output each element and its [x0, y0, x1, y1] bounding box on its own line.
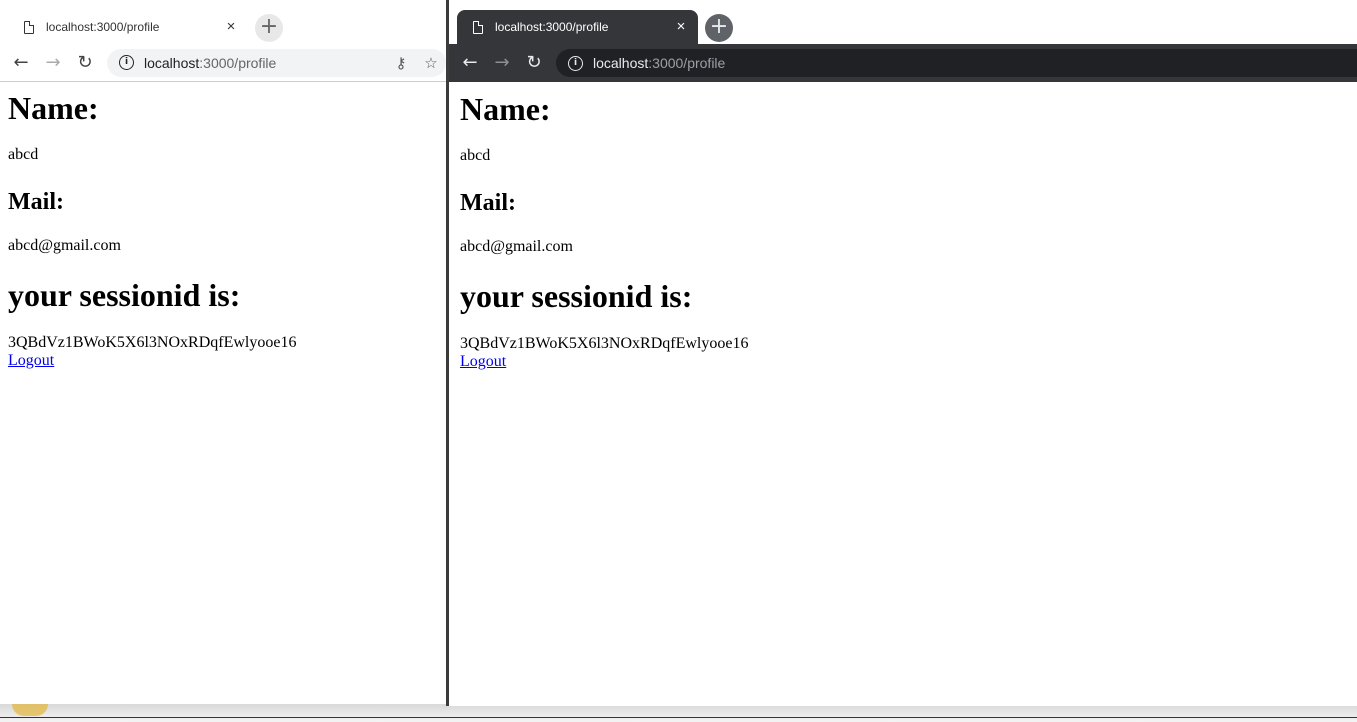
name-heading: Name:	[8, 90, 99, 126]
name-heading: Name:	[460, 91, 551, 127]
close-tab-icon[interactable]: ×	[222, 18, 240, 36]
page-icon	[24, 20, 34, 34]
name-value: abcd	[460, 147, 491, 164]
name-value: abcd	[8, 146, 39, 163]
logout-link[interactable]: Logout	[460, 353, 506, 371]
browser-tab[interactable]: localhost:3000/profile ×	[457, 10, 698, 44]
page-content: Name: abcd Mail: abcd@gmail.com your ses…	[460, 82, 1357, 371]
star-icon[interactable]: ☆	[416, 54, 446, 72]
browser-window-right: localhost:3000/profile × + ← → ↻ i local…	[446, 0, 1357, 706]
reload-button[interactable]: ↻	[518, 47, 550, 79]
url-host: localhost	[593, 55, 649, 71]
address-bar[interactable]: i localhost:3000/profile ⚷ ☆	[107, 48, 446, 77]
mail-value: abcd@gmail.com	[8, 237, 121, 254]
tab-title: localhost:3000/profile	[46, 20, 160, 34]
url-path: :3000/profile	[648, 55, 726, 71]
close-tab-icon[interactable]: ×	[672, 18, 690, 36]
browser-window-left: localhost:3000/profile × + ← → ↻ i local…	[0, 0, 446, 704]
page-icon	[473, 20, 483, 34]
browser-toolbar: ← → ↻ i localhost:3000/profile	[449, 44, 1357, 82]
desktop-icon	[12, 704, 48, 716]
back-button[interactable]: ←	[454, 47, 486, 79]
tab-strip: localhost:3000/profile × +	[0, 0, 446, 44]
mail-value: abcd@gmail.com	[460, 238, 573, 255]
new-tab-button[interactable]: +	[255, 14, 283, 42]
key-icon[interactable]: ⚷	[386, 54, 416, 72]
mail-heading: Mail:	[460, 190, 516, 216]
reload-button[interactable]: ↻	[69, 47, 101, 79]
desktop-taskbar-edge	[0, 704, 1357, 722]
omnibox-actions: ⚷ ☆	[386, 54, 446, 72]
forward-button[interactable]: →	[486, 47, 518, 79]
mail-heading: Mail:	[8, 189, 64, 215]
tab-title: localhost:3000/profile	[495, 20, 609, 34]
browser-tab[interactable]: localhost:3000/profile ×	[8, 10, 248, 44]
logout-link[interactable]: Logout	[8, 352, 54, 370]
session-value: 3QBdVz1BWoK5X6l3NOxRDqfEwlyooe16	[8, 334, 297, 351]
page-content: Name: abcd Mail: abcd@gmail.com your ses…	[8, 81, 446, 370]
address-bar[interactable]: i localhost:3000/profile	[556, 49, 1357, 77]
tab-strip: localhost:3000/profile × +	[449, 0, 1357, 44]
back-button[interactable]: ←	[5, 47, 37, 79]
session-heading: your sessionid is:	[8, 277, 241, 313]
browser-toolbar: ← → ↻ i localhost:3000/profile ⚷ ☆	[0, 44, 446, 82]
site-info-icon[interactable]: i	[119, 55, 134, 70]
url-path: :3000/profile	[199, 54, 277, 71]
url-host: localhost	[144, 54, 200, 71]
session-heading: your sessionid is:	[460, 278, 693, 314]
new-tab-button[interactable]: +	[705, 14, 733, 42]
forward-button[interactable]: →	[37, 47, 69, 79]
taskbar-line	[0, 717, 1357, 718]
site-info-icon[interactable]: i	[568, 55, 583, 71]
session-value: 3QBdVz1BWoK5X6l3NOxRDqfEwlyooe16	[460, 335, 749, 352]
